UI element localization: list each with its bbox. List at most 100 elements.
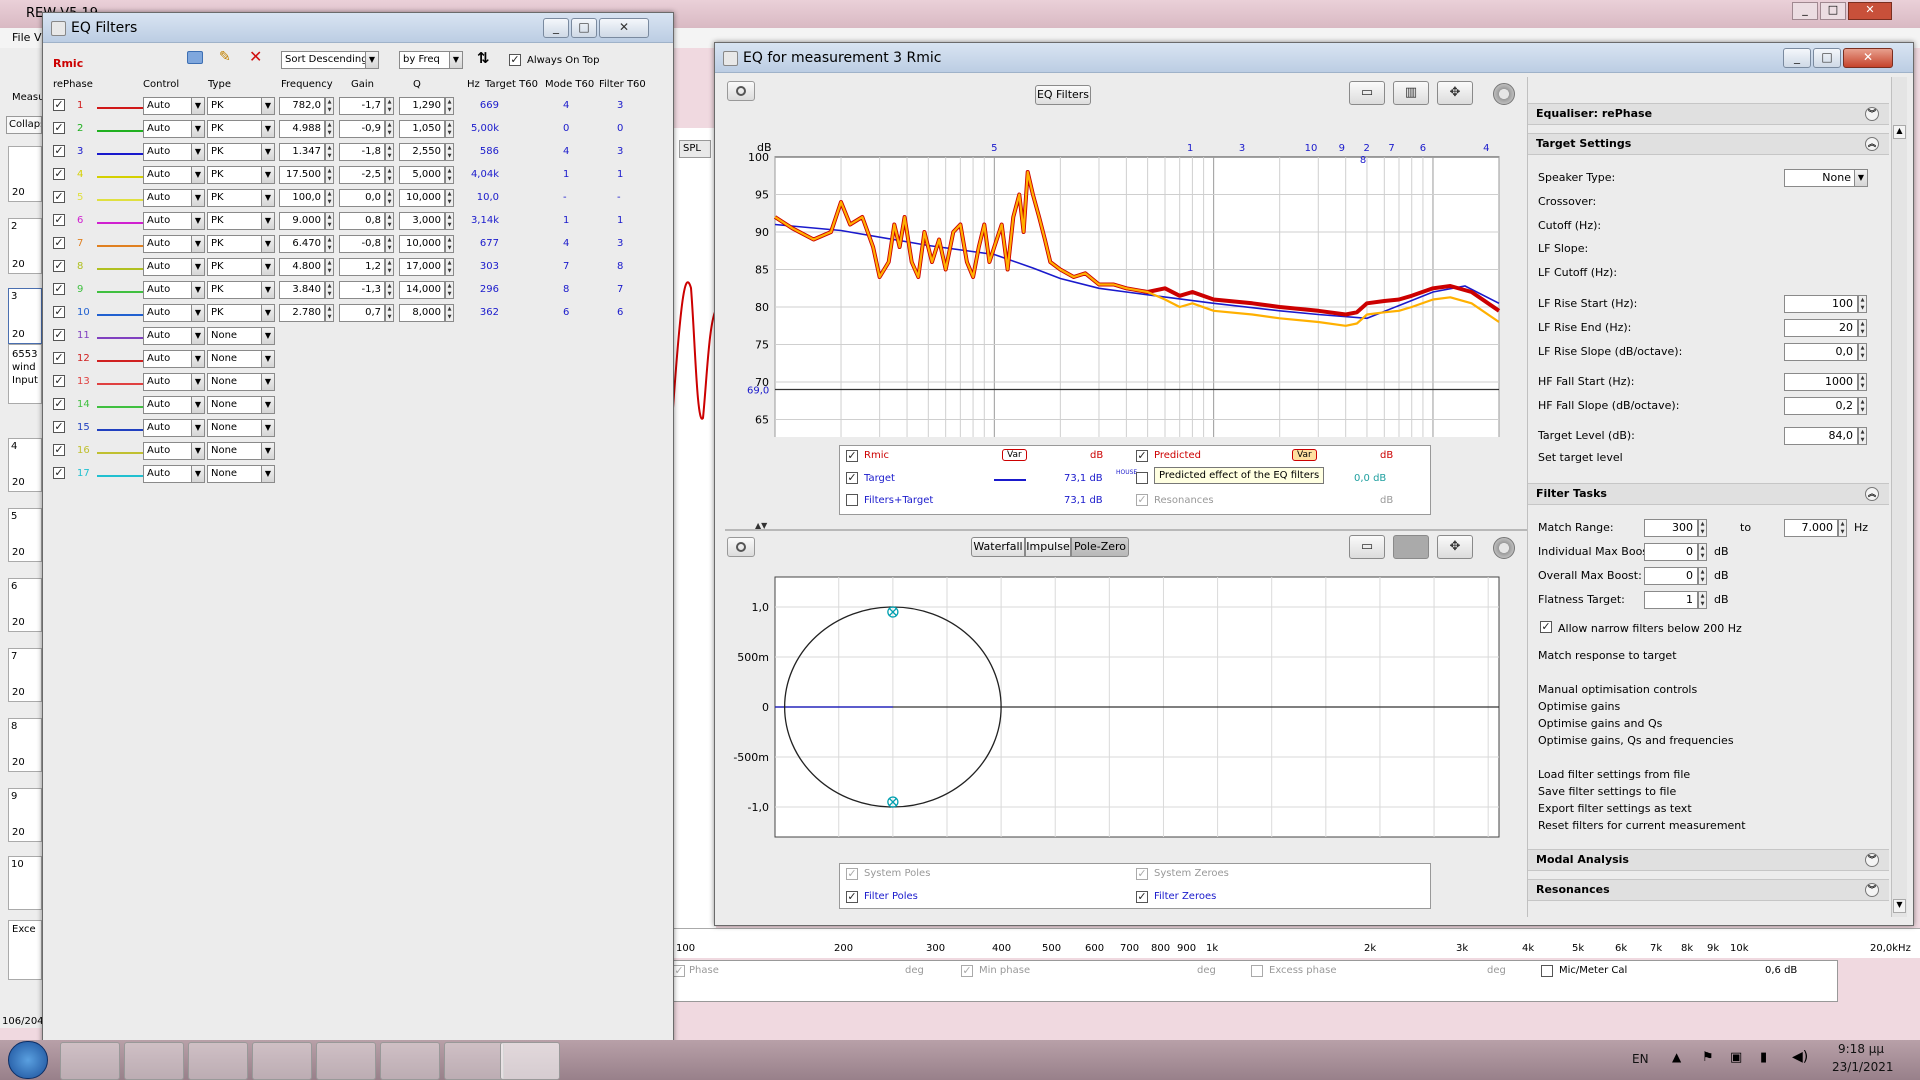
set-target-level-link[interactable]: Set target level	[1538, 451, 1623, 464]
filter-poles-checkbox[interactable]: ✓	[846, 891, 858, 903]
filter-marker-label[interactable]: 10	[1305, 143, 1318, 154]
filter-type-select[interactable]: None	[207, 442, 263, 460]
filter-control-select[interactable]: Auto	[143, 419, 193, 437]
target-settings-header[interactable]: Target Settings ︽	[1528, 133, 1889, 155]
gear-icon[interactable]	[1493, 537, 1515, 559]
eq-window-maximize-button[interactable]: □	[1813, 48, 1841, 68]
filter-frequency-input[interactable]: 3.840	[279, 281, 325, 299]
measurement-thumb[interactable]: 7 20	[8, 648, 42, 702]
filter-control-arrow[interactable]: ▼	[191, 258, 205, 276]
spl-tab[interactable]: SPL &	[679, 140, 711, 158]
filter-type-select[interactable]: PK	[207, 304, 263, 322]
filter-marker-label[interactable]: 8	[1360, 155, 1366, 166]
taskbar-app[interactable]	[380, 1042, 440, 1080]
filter-q-spinner[interactable]: ▲ ▼	[445, 258, 454, 276]
eq-filters-maximize-button[interactable]: □	[571, 18, 597, 38]
reset-filters-link[interactable]: Reset filters for current measurement	[1538, 819, 1746, 832]
filter-q-input[interactable]: 1,050	[399, 120, 445, 138]
filter-enable-checkbox[interactable]: ✓	[53, 444, 65, 456]
filter-gain-input[interactable]: -1,7	[339, 97, 385, 115]
filter-gain-input[interactable]: -2,5	[339, 166, 385, 184]
filter-control-arrow[interactable]: ▼	[191, 189, 205, 207]
chevron-up-icon[interactable]: ︽	[1865, 137, 1879, 151]
filters-target-checkbox[interactable]	[846, 494, 858, 506]
hf-fall-start-spinner[interactable]: ▲ ▼	[1858, 373, 1867, 391]
filter-gain-input[interactable]: -1,8	[339, 143, 385, 161]
sort-by-select[interactable]: by Freq	[399, 51, 451, 69]
filter-control-select[interactable]: Auto	[143, 212, 193, 230]
load-filters-link[interactable]: Load filter settings from file	[1538, 768, 1690, 781]
volume-icon[interactable]: ◀)	[1792, 1049, 1808, 1065]
filter-control-arrow[interactable]: ▼	[191, 212, 205, 230]
eq-filters-button[interactable]: EQ Filters	[1035, 85, 1091, 105]
background-maximize-button[interactable]: □	[1820, 2, 1846, 20]
filter-gain-spinner[interactable]: ▲ ▼	[385, 120, 394, 138]
optimise-all-link[interactable]: Optimise gains, Qs and frequencies	[1538, 734, 1734, 747]
filter-q-spinner[interactable]: ▲ ▼	[445, 281, 454, 299]
filter-enable-checkbox[interactable]: ✓	[53, 352, 65, 364]
screen-icon[interactable]: ▣	[1730, 1050, 1742, 1065]
filter-marker-label[interactable]: 6	[1420, 143, 1426, 154]
network-icon[interactable]: ▮	[1760, 1050, 1767, 1065]
rmic-checkbox[interactable]: ✓	[846, 450, 858, 462]
filter-q-input[interactable]: 5,000	[399, 166, 445, 184]
eq-filters-minimize-button[interactable]: _	[543, 18, 569, 38]
equaliser-section-header[interactable]: Equaliser: rePhase ︾	[1528, 103, 1889, 125]
splitter-line[interactable]	[725, 529, 1537, 531]
graph-limits-icon[interactable]: ▭	[1349, 535, 1385, 559]
filter-q-input[interactable]: 3,000	[399, 212, 445, 230]
filter-control-select[interactable]: Auto	[143, 396, 193, 414]
overall-max-boost-input[interactable]: 0	[1644, 567, 1698, 585]
filter-type-select[interactable]: PK	[207, 235, 263, 253]
chevron-down-icon[interactable]: ︾	[1865, 107, 1879, 121]
optimise-gains-qs-link[interactable]: Optimise gains and Qs	[1538, 717, 1662, 730]
filter-frequency-spinner[interactable]: ▲ ▼	[325, 189, 334, 207]
filter-control-select[interactable]: Auto	[143, 442, 193, 460]
filter-q-spinner[interactable]: ▲ ▼	[445, 189, 454, 207]
filter-enable-checkbox[interactable]: ✓	[53, 122, 65, 134]
filter-enable-checkbox[interactable]: ✓	[53, 398, 65, 410]
filter-enable-checkbox[interactable]: ✓	[53, 260, 65, 272]
scroll-down-arrow[interactable]: ▼	[1893, 899, 1906, 913]
sort-select-arrow[interactable]: ▼	[365, 51, 379, 69]
filter-control-arrow[interactable]: ▼	[191, 350, 205, 368]
filter-enable-checkbox[interactable]: ✓	[53, 421, 65, 433]
fit-arrows-icon[interactable]: ✥	[1437, 81, 1473, 105]
filter-marker-label[interactable]: 2	[1364, 143, 1370, 154]
hf-fall-start-input[interactable]: 1000	[1784, 373, 1858, 391]
edit-icon[interactable]: ✎	[219, 49, 231, 65]
filter-q-input[interactable]: 1,290	[399, 97, 445, 115]
filter-type-arrow[interactable]: ▼	[261, 419, 275, 437]
filter-q-spinner[interactable]: ▲ ▼	[445, 212, 454, 230]
measurement-thumb[interactable]: 8 20	[8, 718, 42, 772]
filter-marker-label[interactable]: 7	[1388, 143, 1394, 154]
taskbar-app[interactable]	[316, 1042, 376, 1080]
filter-control-arrow[interactable]: ▼	[191, 465, 205, 483]
filter-type-select[interactable]: PK	[207, 120, 263, 138]
filter-type-arrow[interactable]: ▼	[261, 350, 275, 368]
filter-gain-input[interactable]: -1,3	[339, 281, 385, 299]
measurement-thumb[interactable]: 20	[8, 146, 42, 202]
filter-type-arrow[interactable]: ▼	[261, 465, 275, 483]
target-level-spinner[interactable]: ▲ ▼	[1858, 427, 1867, 445]
filter-gain-spinner[interactable]: ▲ ▼	[385, 212, 394, 230]
match-range-from-spinner[interactable]: ▲ ▼	[1698, 519, 1707, 537]
filter-control-arrow[interactable]: ▼	[191, 419, 205, 437]
filter-enable-checkbox[interactable]: ✓	[53, 214, 65, 226]
filter-gain-input[interactable]: 1,2	[339, 258, 385, 276]
background-minimize-button[interactable]: _	[1792, 2, 1818, 20]
filter-q-spinner[interactable]: ▲ ▼	[445, 120, 454, 138]
eq-window-close-button[interactable]: ✕	[1843, 48, 1893, 68]
filter-control-arrow[interactable]: ▼	[191, 327, 205, 345]
speaker-type-select[interactable]: None	[1784, 169, 1856, 187]
filter-gain-spinner[interactable]: ▲ ▼	[385, 166, 394, 184]
min-phase-checkbox[interactable]: ✓	[961, 965, 973, 977]
filter-frequency-input[interactable]: 6.470	[279, 235, 325, 253]
always-on-top-checkbox[interactable]: ✓	[509, 54, 521, 66]
taskbar-app[interactable]	[252, 1042, 312, 1080]
filter-gain-spinner[interactable]: ▲ ▼	[385, 143, 394, 161]
allow-narrow-checkbox[interactable]: ✓	[1540, 621, 1552, 633]
lf-rise-start-spinner[interactable]: ▲ ▼	[1858, 295, 1867, 313]
filter-control-arrow[interactable]: ▼	[191, 120, 205, 138]
menu-file[interactable]: File	[12, 31, 30, 44]
